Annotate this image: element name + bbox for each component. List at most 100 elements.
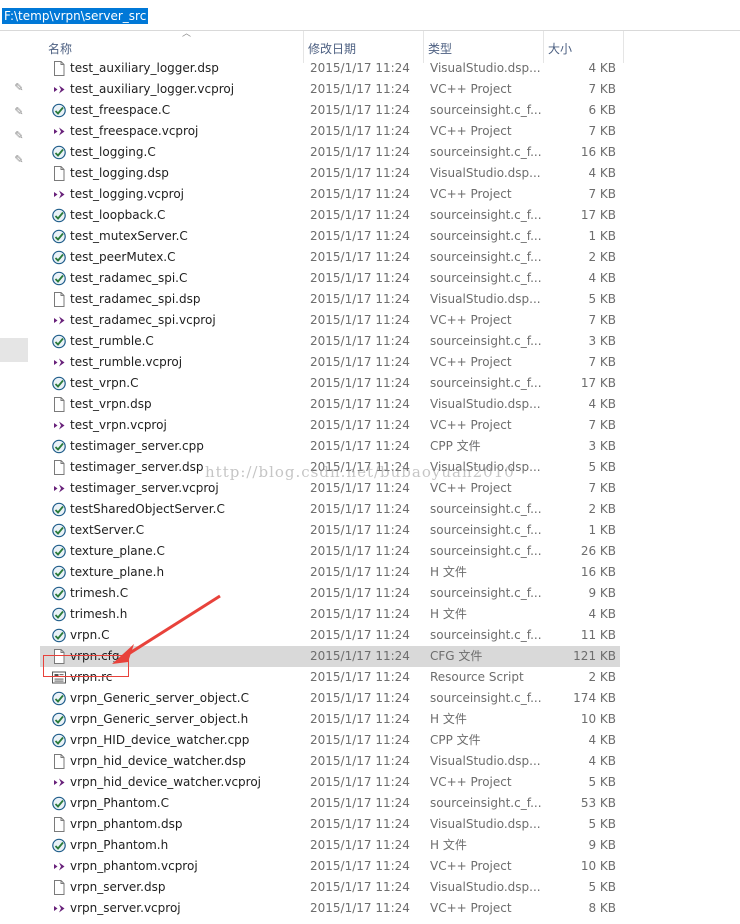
file-size: 3 KB (588, 439, 616, 453)
file-row[interactable]: vrpn_Generic_server_object.h 2015/1/17 11… (40, 709, 620, 730)
file-size: 4 KB (588, 271, 616, 285)
h-header-file-icon (52, 607, 66, 622)
file-row[interactable]: testSharedObjectServer.C 2015/1/17 11:24 s… (40, 499, 620, 520)
file-size: 53 KB (580, 796, 616, 810)
file-size: 5 KB (588, 775, 616, 789)
file-row[interactable]: test_auxiliary_logger.dsp 2015/1/17 11:24… (40, 58, 620, 79)
file-date: 2015/1/17 11:24 (310, 313, 410, 327)
file-row[interactable]: texture_plane.h 2015/1/17 11:24 H 文件 16 KB (40, 562, 620, 583)
c-source-file-icon (52, 229, 66, 244)
file-row[interactable]: test_rumble.vcproj 2015/1/17 11:24 VC++ Pr… (40, 352, 620, 373)
cpp-source-file-icon (52, 439, 66, 454)
file-row[interactable]: test_freespace.vcproj 2015/1/17 11:24 VC++… (40, 121, 620, 142)
dsp-file-icon (52, 397, 66, 412)
file-row[interactable]: vrpn_phantom.vcproj 2015/1/17 11:24 VC++ P… (40, 856, 620, 877)
annotation-highlight-box (43, 655, 129, 677)
file-row[interactable]: test_vrpn.dsp 2015/1/17 11:24 VisualStudio… (40, 394, 620, 415)
file-date: 2015/1/17 11:24 (310, 166, 410, 180)
file-date: 2015/1/17 11:24 (310, 901, 410, 915)
file-size: 3 KB (588, 334, 616, 348)
c-source-file-icon (52, 145, 66, 160)
file-type: VisualStudio.dsp... (430, 817, 541, 831)
file-row[interactable]: test_loopback.C 2015/1/17 11:24 sourceinsi… (40, 205, 620, 226)
pin-icon[interactable]: ✎ (13, 129, 25, 143)
file-row[interactable]: vrpn_Phantom.C 2015/1/17 11:24 sourceinsig… (40, 793, 620, 814)
file-row[interactable]: vrpn_Generic_server_object.C 2015/1/17 11… (40, 688, 620, 709)
file-type: H 文件 (430, 565, 467, 579)
file-type: sourceinsight.c_f... (430, 250, 542, 264)
file-name: test_vrpn.dsp (70, 397, 152, 411)
file-row[interactable]: test_freespace.C 2015/1/17 11:24 sourceins… (40, 100, 620, 121)
file-row[interactable]: vrpn.C 2015/1/17 11:24 sourceinsight.c_f..… (40, 625, 620, 646)
file-row[interactable]: test_vrpn.vcproj 2015/1/17 11:24 VC++ Proj… (40, 415, 620, 436)
address-path[interactable]: F:\temp\vrpn\server_src (2, 8, 149, 24)
file-row[interactable]: test_rumble.C 2015/1/17 11:24 sourceinsigh… (40, 331, 620, 352)
file-row[interactable]: textServer.C 2015/1/17 11:24 sourceinsight… (40, 520, 620, 541)
file-type: VC++ Project (430, 187, 512, 201)
file-size: 4 KB (588, 166, 616, 180)
file-date: 2015/1/17 11:24 (310, 271, 410, 285)
file-row[interactable]: trimesh.h 2015/1/17 11:24 H 文件 4 KB (40, 604, 620, 625)
file-date: 2015/1/17 11:24 (310, 355, 410, 369)
file-row[interactable]: test_vrpn.C 2015/1/17 11:24 sourceinsight.… (40, 373, 620, 394)
file-size: 5 KB (588, 880, 616, 894)
file-row[interactable]: test_logging.C 2015/1/17 11:24 sourceinsig… (40, 142, 620, 163)
file-type: VisualStudio.dsp... (430, 754, 541, 768)
file-name: test_radamec_spi.C (70, 271, 188, 285)
file-size: 7 KB (588, 124, 616, 138)
sort-ascending-icon: ︿ (182, 29, 192, 39)
file-name: trimesh.h (70, 607, 128, 621)
file-row[interactable]: test_logging.vcproj 2015/1/17 11:24 VC++ P… (40, 184, 620, 205)
file-size: 5 KB (588, 817, 616, 831)
file-row[interactable]: test_logging.dsp 2015/1/17 11:24 VisualStu… (40, 163, 620, 184)
file-name: test_logging.vcproj (70, 187, 184, 201)
file-size: 26 KB (580, 544, 616, 558)
file-row[interactable]: testimager_server.cpp 2015/1/17 11:24 CPP … (40, 436, 620, 457)
file-date: 2015/1/17 11:24 (310, 544, 410, 558)
file-row[interactable]: vrpn_server.vcproj 2015/1/17 11:24 VC++ Pr… (40, 898, 620, 919)
file-date: 2015/1/17 11:24 (310, 628, 410, 642)
file-type: sourceinsight.c_f... (430, 796, 542, 810)
file-row[interactable]: test_mutexServer.C 2015/1/17 11:24 sourcei… (40, 226, 620, 247)
file-date: 2015/1/17 11:24 (310, 397, 410, 411)
file-row[interactable]: test_radamec_spi.C 2015/1/17 11:24 sourcei… (40, 268, 620, 289)
pin-icon[interactable]: ✎ (13, 153, 25, 167)
file-list[interactable]: test_auxiliary_logger.dsp 2015/1/17 11:24… (30, 57, 740, 924)
file-row[interactable]: vrpn_hid_device_watcher.dsp 2015/1/17 11:… (40, 751, 620, 772)
file-name: trimesh.C (70, 586, 129, 600)
file-name: test_radamec_spi.dsp (70, 292, 201, 306)
file-row[interactable]: test_radamec_spi.dsp 2015/1/17 11:24 Visua… (40, 289, 620, 310)
file-date: 2015/1/17 11:24 (310, 859, 410, 873)
file-type: VC++ Project (430, 82, 512, 96)
file-name: texture_plane.C (70, 544, 165, 558)
address-bar[interactable]: F:\temp\vrpn\server_src (0, 0, 740, 31)
c-source-file-icon (52, 586, 66, 601)
file-row[interactable]: vrpn_hid_device_watcher.vcproj 2015/1/17 … (40, 772, 620, 793)
c-source-file-icon (52, 250, 66, 265)
file-row[interactable]: vrpn_server.dsp 2015/1/17 11:24 VisualStud… (40, 877, 620, 898)
file-row[interactable]: testimager_server.vcproj 2015/1/17 11:24 V… (40, 478, 620, 499)
file-row[interactable]: texture_plane.C 2015/1/17 11:24 sourceinsi… (40, 541, 620, 562)
file-row[interactable]: vrpn_phantom.dsp 2015/1/17 11:24 VisualStu… (40, 814, 620, 835)
file-name: test_vrpn.C (70, 376, 139, 390)
column-header-type-label: 类型 (428, 42, 453, 56)
pin-icon[interactable]: ✎ (13, 81, 25, 95)
file-row[interactable]: trimesh.C 2015/1/17 11:24 sourceinsight.c_… (40, 583, 620, 604)
file-row[interactable]: vrpn_HID_device_watcher.cpp 2015/1/17 11:… (40, 730, 620, 751)
file-date: 2015/1/17 11:24 (310, 565, 410, 579)
file-size: 7 KB (588, 187, 616, 201)
file-row[interactable]: test_peerMutex.C 2015/1/17 11:24 sourceins… (40, 247, 620, 268)
file-type: CFG 文件 (430, 649, 483, 663)
dsp-file-icon (52, 460, 66, 475)
pin-icon[interactable]: ✎ (13, 105, 25, 119)
file-row[interactable]: vrpn_Phantom.h 2015/1/17 11:24 H 文件 9 KB (40, 835, 620, 856)
file-date: 2015/1/17 11:24 (310, 103, 410, 117)
file-type: sourceinsight.c_f... (430, 103, 542, 117)
file-size: 17 KB (580, 208, 616, 222)
file-name: test_rumble.vcproj (70, 355, 183, 369)
file-date: 2015/1/17 11:24 (310, 418, 410, 432)
file-row[interactable]: test_auxiliary_logger.vcproj 2015/1/17 11… (40, 79, 620, 100)
file-type: sourceinsight.c_f... (430, 502, 542, 516)
navigation-pane-selected-item[interactable] (0, 338, 28, 362)
file-row[interactable]: test_radamec_spi.vcproj 2015/1/17 11:24 VC… (40, 310, 620, 331)
